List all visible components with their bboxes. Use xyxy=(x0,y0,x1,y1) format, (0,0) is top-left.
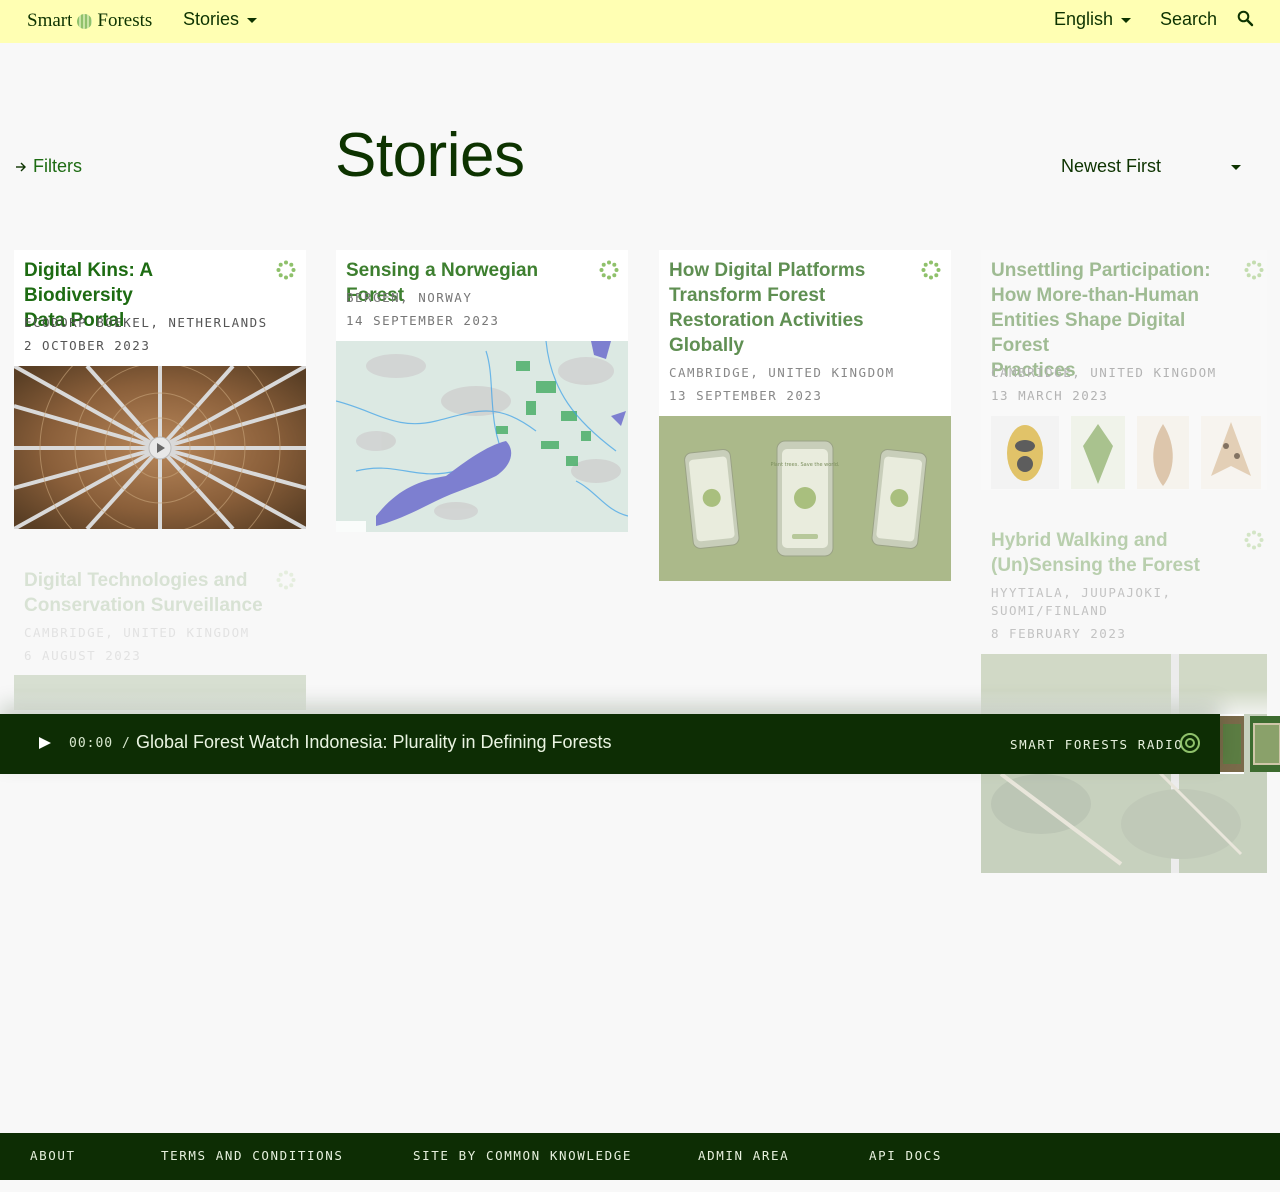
story-card[interactable]: Unsettling Participation: How More-than-… xyxy=(981,250,1267,490)
map-image xyxy=(336,341,628,532)
loading-spinner-icon xyxy=(599,260,619,280)
insects-image xyxy=(991,416,1261,489)
language-menu[interactable]: English xyxy=(1054,9,1132,30)
story-card[interactable]: Digital Kins: A Biodiversity Data Portal… xyxy=(14,250,306,529)
search-icon[interactable] xyxy=(1236,9,1256,29)
player-time: 00:00 / xyxy=(69,736,131,751)
loading-spinner-icon xyxy=(276,570,296,590)
search-label: Search xyxy=(1160,9,1218,29)
player-track-title[interactable]: Global Forest Watch Indonesia: Plurality… xyxy=(136,732,612,753)
chevron-down-icon xyxy=(247,18,258,23)
site-logo[interactable]: Smart Forests xyxy=(27,10,152,32)
chevron-down-icon xyxy=(1121,18,1132,23)
phone-screen-text: Plant trees. Save the world. xyxy=(770,462,839,468)
loading-spinner-icon xyxy=(276,260,296,280)
story-card-location: BERGEN, NORWAY xyxy=(346,290,473,305)
story-card-date: 13 MARCH 2023 xyxy=(991,388,1109,403)
footer-link-admin[interactable]: ADMIN AREA xyxy=(698,1148,789,1163)
play-icon[interactable] xyxy=(38,735,52,751)
chevron-down-icon xyxy=(1231,165,1241,170)
top-navigation-bar: Smart Forests Stories English Search xyxy=(0,0,1280,43)
story-card-date: 8 FEBRUARY 2023 xyxy=(991,626,1127,641)
story-card-location: HYYTIALA, JUUPAJOKI, SUOMI/FINLAND xyxy=(991,585,1172,618)
loading-spinner-icon xyxy=(1244,530,1264,550)
lattice-roof-image xyxy=(14,366,306,529)
story-card[interactable]: Digital Technologies and Conservation Su… xyxy=(14,560,306,710)
site-footer: ABOUT TERMS AND CONDITIONS SITE BY COMMO… xyxy=(0,1133,1280,1180)
player-thumbnail-strip xyxy=(1220,714,1280,774)
radio-signal-icon[interactable] xyxy=(1179,732,1201,754)
page-title: Stories xyxy=(335,121,525,190)
loading-spinner-icon xyxy=(921,260,941,280)
story-card[interactable]: How Digital Platforms Transform Forest R… xyxy=(659,250,951,581)
stories-menu-label: Stories xyxy=(183,9,240,29)
footer-link-site-by[interactable]: SITE BY COMMON KNOWLEDGE xyxy=(413,1148,632,1163)
story-card[interactable]: Sensing a Norwegian Forest BERGEN, NORWA… xyxy=(336,250,628,532)
player-fade-overlay xyxy=(0,690,1280,714)
filters-label: Filters xyxy=(33,156,82,176)
story-card-location: CAMBRIDGE, UNITED KINGDOM xyxy=(24,625,250,640)
language-menu-label: English xyxy=(1054,9,1114,29)
search-link[interactable]: Search xyxy=(1160,9,1217,30)
filters-toggle[interactable]: Filters xyxy=(15,156,82,177)
radio-label[interactable]: SMART FORESTS RADIO xyxy=(1010,737,1183,752)
phones-image: Plant trees. Save the world. xyxy=(659,416,951,581)
story-card-location: CAMBRIDGE, UNITED KINGDOM xyxy=(669,365,895,380)
story-card-title: How Digital Platforms Transform Forest R… xyxy=(669,260,866,356)
story-card-title: Hybrid Walking and (Un)Sensing the Fores… xyxy=(991,530,1201,576)
sort-select-value: Newest First xyxy=(1061,156,1162,176)
footer-link-about[interactable]: ABOUT xyxy=(30,1148,76,1163)
arrow-right-icon xyxy=(16,162,26,171)
story-card-location: ECODORP BOEKEL, NETHERLANDS xyxy=(24,315,268,330)
story-card-title: Digital Technologies and Conservation Su… xyxy=(24,570,263,616)
logo-text-right: Forests xyxy=(97,10,153,31)
story-card-date: 2 OCTOBER 2023 xyxy=(24,338,151,353)
story-card-date: 14 SEPTEMBER 2023 xyxy=(346,313,500,328)
logo-text-left: Smart xyxy=(27,10,73,31)
story-card-date: 13 SEPTEMBER 2023 xyxy=(669,388,823,403)
footer-link-terms[interactable]: TERMS AND CONDITIONS xyxy=(161,1148,344,1163)
story-card-location: CAMBRIDGE, UNITED KINGDOM xyxy=(991,365,1217,380)
loading-spinner-icon xyxy=(1244,260,1264,280)
story-card-date: 6 AUGUST 2023 xyxy=(24,648,142,663)
radio-player-bar: 00:00 / Global Forest Watch Indonesia: P… xyxy=(0,714,1220,774)
stories-menu[interactable]: Stories xyxy=(183,9,258,30)
sort-select[interactable]: Newest First xyxy=(1061,156,1241,177)
globe-icon xyxy=(77,13,93,29)
footer-link-api-docs[interactable]: API DOCS xyxy=(869,1148,942,1163)
